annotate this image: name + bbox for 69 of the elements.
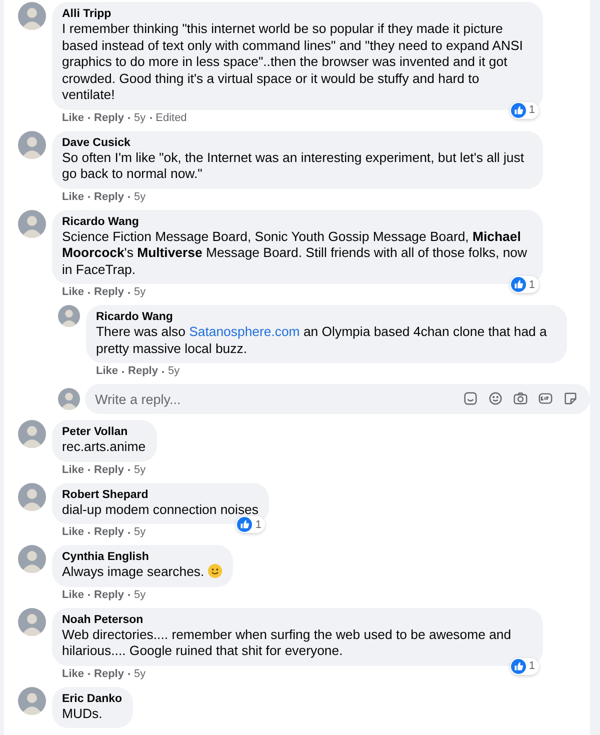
reply-field[interactable]: Write a reply... bbox=[85, 384, 590, 414]
avatar[interactable] bbox=[58, 305, 80, 327]
avatar[interactable] bbox=[18, 2, 46, 30]
action-link[interactable]: Like bbox=[62, 112, 84, 124]
action-link[interactable]: Like bbox=[62, 668, 84, 680]
gif-icon[interactable] bbox=[538, 391, 553, 406]
avatar[interactable] bbox=[18, 608, 46, 636]
timestamp[interactable]: 5y bbox=[134, 526, 146, 539]
comment-text: MUDs. bbox=[62, 706, 104, 722]
comment-text: I remember thinking "this internet world be so popular if they made it picture based instead of text only with command lines" and "they need to expand ANSI graphics to do more in less space"..then the browser was invented and it got crowded. Good thing it's a virtual space or it would be stuffy and hard to ventilate! bbox=[62, 21, 524, 104]
timestamp[interactable]: 5y bbox=[134, 464, 146, 476]
author-name[interactable]: Eric Danko bbox=[62, 692, 122, 706]
action-link[interactable]: Like bbox=[62, 190, 84, 204]
camera-icon[interactable] bbox=[513, 391, 528, 406]
action-link[interactable]: Like bbox=[96, 365, 118, 378]
action-link[interactable]: Reply bbox=[128, 365, 158, 378]
reaction-count[interactable]: 1 bbox=[510, 102, 539, 118]
thumbs-up-icon bbox=[237, 517, 252, 532]
author-name[interactable]: Ricardo Wang bbox=[62, 214, 532, 228]
avatar[interactable] bbox=[18, 482, 46, 510]
comment-text: dial-up modem connection noises bbox=[62, 502, 258, 518]
reaction-count[interactable]: 1 bbox=[236, 516, 266, 533]
author-name[interactable]: Ricardo Wang bbox=[96, 310, 556, 324]
sticker-face-icon[interactable] bbox=[463, 391, 478, 406]
timestamp[interactable]: 5y bbox=[134, 112, 146, 124]
avatar[interactable] bbox=[18, 420, 46, 448]
thumbs-up-icon bbox=[510, 277, 526, 292]
comment-text: There was also Satanosphere.com an Olympia based 4chan clone that had a pretty massive local buzz. bbox=[96, 324, 548, 357]
comment-text: So often I'm like "ok, the Internet was an interesting experiment, but let's all just go back to normal now." bbox=[62, 150, 525, 182]
author-name[interactable]: Robert Shepard bbox=[62, 488, 258, 502]
action-link[interactable]: Reply bbox=[94, 286, 124, 299]
comment-text: Web directories.... remember when surfing the web used to be awesome and hilarious.... Google ruined that shit for everyone. bbox=[62, 626, 512, 660]
avatar[interactable] bbox=[18, 545, 46, 573]
action-link[interactable]: Reply bbox=[94, 588, 124, 602]
action-link[interactable]: Reply bbox=[94, 190, 124, 204]
action-link[interactable]: Like bbox=[62, 526, 84, 539]
link[interactable]: Satanosphere.com bbox=[189, 324, 300, 339]
author-name[interactable]: Noah Peterson bbox=[62, 612, 532, 626]
reaction-count[interactable]: 1 bbox=[510, 276, 539, 293]
timestamp[interactable]: 5y bbox=[134, 190, 146, 204]
reaction-count[interactable]: 1 bbox=[510, 658, 539, 674]
comment-text: Always image searches. bbox=[62, 564, 222, 580]
timestamp[interactable]: 5y bbox=[134, 588, 146, 602]
avatar[interactable] bbox=[58, 388, 80, 410]
sticker-icon[interactable] bbox=[563, 391, 578, 406]
smiley-icon bbox=[208, 564, 222, 578]
avatar[interactable] bbox=[18, 210, 46, 238]
thumbs-up-icon bbox=[510, 102, 526, 118]
action-link[interactable]: Reply bbox=[94, 526, 124, 539]
thumbs-up-icon bbox=[510, 658, 526, 674]
author-name[interactable]: Peter Vollan bbox=[62, 425, 146, 439]
action-link[interactable]: Reply bbox=[94, 464, 124, 476]
timestamp[interactable]: 5y bbox=[134, 286, 146, 299]
author-name[interactable]: Alli Tripp bbox=[62, 7, 532, 21]
action-link[interactable]: Like bbox=[62, 588, 84, 602]
comment-text: Science Fiction Message Board, Sonic Youth Gossip Message Board, Michael Moorcock's Multiverse Message Board. Still friends with all of those folks, now in FaceTrap. bbox=[62, 228, 528, 278]
action-link[interactable]: Reply bbox=[94, 668, 124, 680]
timestamp[interactable]: 5y bbox=[168, 365, 180, 378]
action-link[interactable]: Like bbox=[62, 286, 84, 299]
action-link[interactable]: Like bbox=[62, 464, 84, 476]
avatar[interactable] bbox=[18, 686, 46, 714]
timestamp[interactable]: 5y bbox=[134, 668, 146, 680]
action-link[interactable]: Reply bbox=[94, 112, 124, 124]
author-name[interactable]: Cynthia English bbox=[62, 550, 222, 564]
comment-text: rec.arts.anime bbox=[62, 439, 146, 456]
edited-label: Edited bbox=[156, 112, 187, 124]
avatar[interactable] bbox=[18, 130, 46, 158]
emoji-icon[interactable] bbox=[488, 391, 503, 406]
author-name[interactable]: Dave Cusick bbox=[62, 136, 532, 150]
